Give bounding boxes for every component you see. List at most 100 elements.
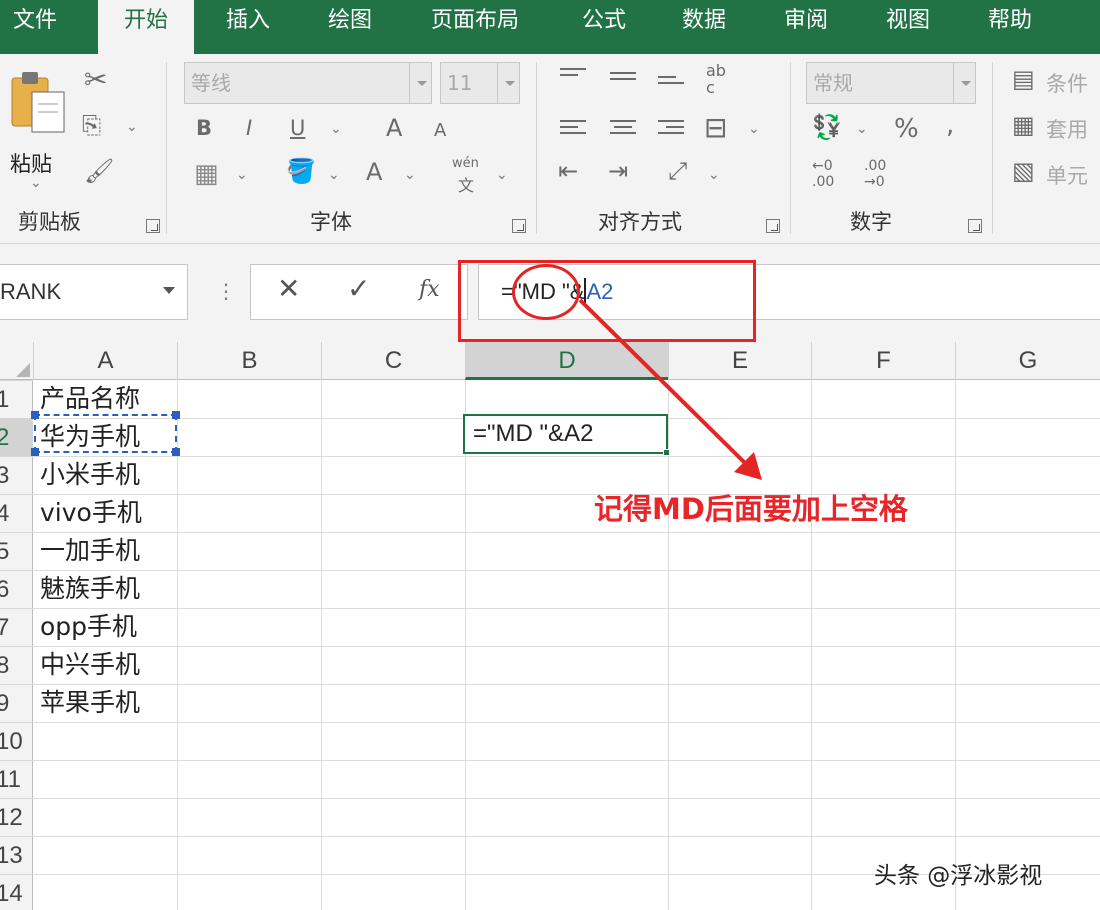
cell-styles-label[interactable]: 单元 xyxy=(1046,160,1088,190)
active-cell-d2[interactable]: ="MD "&A2 xyxy=(463,414,668,454)
column-header-d[interactable]: D xyxy=(465,342,668,380)
decrease-indent-icon[interactable]: ⇤ xyxy=(558,160,578,184)
row-header[interactable]: 10 xyxy=(0,722,33,760)
row-header[interactable]: 8 xyxy=(0,646,33,684)
cell-a4[interactable]: vivo手机 xyxy=(40,494,142,532)
cut-icon[interactable]: ✂ xyxy=(84,66,107,94)
font-color-dropdown-icon[interactable]: ⌄ xyxy=(404,166,416,183)
select-all-corner[interactable] xyxy=(0,342,33,380)
shrink-font-button[interactable]: A xyxy=(434,120,446,141)
percent-button[interactable]: % xyxy=(894,114,919,144)
align-center-icon[interactable] xyxy=(610,120,636,140)
cell-a9[interactable]: 苹果手机 xyxy=(40,684,140,722)
orientation-dropdown-icon[interactable]: ⌄ xyxy=(708,166,720,183)
name-box[interactable]: RANK xyxy=(0,264,188,320)
borders-icon[interactable]: ▦ xyxy=(194,160,219,186)
orientation-icon[interactable]: ⤢ xyxy=(668,160,687,184)
underline-dropdown-icon[interactable]: ⌄ xyxy=(330,120,342,137)
comma-button[interactable]: , xyxy=(946,110,954,140)
font-name-dropdown-icon[interactable] xyxy=(409,63,431,103)
align-middle-icon[interactable] xyxy=(610,72,636,92)
name-box-dropdown-icon[interactable] xyxy=(163,287,175,300)
tab-page-layout[interactable]: 页面布局 xyxy=(408,0,542,54)
cell-a7[interactable]: opp手机 xyxy=(40,608,137,646)
column-header-f[interactable]: F xyxy=(811,342,955,380)
phonetic-bottom[interactable]: 文 xyxy=(458,172,474,196)
tab-help[interactable]: 帮助 xyxy=(962,0,1058,54)
align-right-icon[interactable] xyxy=(658,120,684,140)
paste-dropdown-icon[interactable]: ⌄ xyxy=(30,174,42,191)
alignment-launcher-icon[interactable] xyxy=(766,219,780,233)
decrease-decimal-button[interactable]: .00 →0 xyxy=(864,158,898,190)
clipboard-launcher-icon[interactable] xyxy=(146,219,160,233)
marquee-handle[interactable] xyxy=(31,411,39,419)
row-header[interactable]: 12 xyxy=(0,798,33,836)
cell-a5[interactable]: 一加手机 xyxy=(40,532,140,570)
underline-button[interactable]: U xyxy=(290,116,305,140)
row-header[interactable]: 13 xyxy=(0,836,33,874)
number-launcher-icon[interactable] xyxy=(968,219,982,233)
align-bottom-icon[interactable] xyxy=(658,76,684,96)
font-size-dropdown-icon[interactable] xyxy=(497,63,519,103)
increase-indent-icon[interactable]: ⇥ xyxy=(608,160,628,184)
borders-dropdown-icon[interactable]: ⌄ xyxy=(236,166,248,183)
copy-icon[interactable]: ⎘ xyxy=(82,114,101,138)
align-left-icon[interactable] xyxy=(560,120,586,140)
tab-review[interactable]: 审阅 xyxy=(758,0,854,54)
marquee-handle[interactable] xyxy=(172,448,180,456)
number-format-box[interactable]: 常规 xyxy=(806,62,976,104)
fill-color-dropdown-icon[interactable]: ⌄ xyxy=(328,166,340,183)
accounting-dropdown-icon[interactable]: ⌄ xyxy=(856,120,868,137)
tab-home[interactable]: 开始 xyxy=(98,0,194,54)
accounting-format-icon[interactable]: 💱 xyxy=(812,116,842,140)
insert-function-icon[interactable]: fx xyxy=(419,279,440,301)
copy-dropdown-icon[interactable]: ⌄ xyxy=(126,118,138,135)
font-launcher-icon[interactable] xyxy=(512,219,526,233)
row-header[interactable]: 5 xyxy=(0,532,33,570)
marquee-handle[interactable] xyxy=(172,411,180,419)
row-header[interactable]: 3 xyxy=(0,456,33,494)
enter-icon[interactable]: ✓ xyxy=(347,275,370,303)
marquee-handle[interactable] xyxy=(31,448,39,456)
tab-view[interactable]: 视图 xyxy=(860,0,956,54)
formula-bar-grip-icon[interactable]: ⋮ xyxy=(216,282,236,302)
phonetic-top[interactable]: wén xyxy=(452,156,479,171)
increase-decimal-button[interactable]: ←0 .00 xyxy=(812,158,846,190)
font-size-box[interactable]: 11 xyxy=(440,62,520,104)
tab-file[interactable]: 文件 xyxy=(0,0,70,54)
cell-styles-icon[interactable]: ▧ xyxy=(1012,160,1035,184)
tab-formulas[interactable]: 公式 xyxy=(556,0,652,54)
column-header-c[interactable]: C xyxy=(321,342,465,380)
cell-a1[interactable]: 产品名称 xyxy=(40,380,140,418)
row-header[interactable]: 2 xyxy=(0,418,33,456)
fill-color-icon[interactable]: 🪣 xyxy=(286,160,316,184)
column-header-g[interactable]: G xyxy=(955,342,1100,380)
wrap-text-button[interactable]: ab c xyxy=(706,62,734,96)
format-painter-icon[interactable]: 🖌 xyxy=(84,160,114,184)
cell-a3[interactable]: 小米手机 xyxy=(40,456,140,494)
row-header[interactable]: 7 xyxy=(0,608,33,646)
row-header[interactable]: 9 xyxy=(0,684,33,722)
align-top-icon[interactable] xyxy=(560,68,586,88)
conditional-format-label[interactable]: 条件 xyxy=(1046,68,1088,98)
row-header[interactable]: 6 xyxy=(0,570,33,608)
conditional-format-icon[interactable]: ▤ xyxy=(1012,68,1035,92)
number-format-dropdown-icon[interactable] xyxy=(953,63,975,103)
italic-button[interactable]: I xyxy=(246,116,252,140)
row-header[interactable]: 4 xyxy=(0,494,33,532)
format-as-table-label[interactable]: 套用 xyxy=(1046,114,1088,144)
fill-handle[interactable] xyxy=(663,449,670,456)
bold-button[interactable]: B xyxy=(196,116,212,140)
column-header-a[interactable]: A xyxy=(33,342,177,380)
row-header[interactable]: 1 xyxy=(0,380,33,418)
column-header-b[interactable]: B xyxy=(177,342,321,380)
paste-button[interactable]: 粘贴 ⌄ xyxy=(6,68,70,188)
column-header-e[interactable]: E xyxy=(668,342,811,380)
tab-draw[interactable]: 绘图 xyxy=(302,0,398,54)
tab-data[interactable]: 数据 xyxy=(656,0,752,54)
format-as-table-icon[interactable]: ▦ xyxy=(1012,114,1035,138)
cell-a8[interactable]: 中兴手机 xyxy=(40,646,140,684)
font-name-box[interactable]: 等线 xyxy=(184,62,432,104)
grow-font-button[interactable]: A xyxy=(386,114,402,142)
row-header[interactable]: 14 xyxy=(0,874,33,910)
